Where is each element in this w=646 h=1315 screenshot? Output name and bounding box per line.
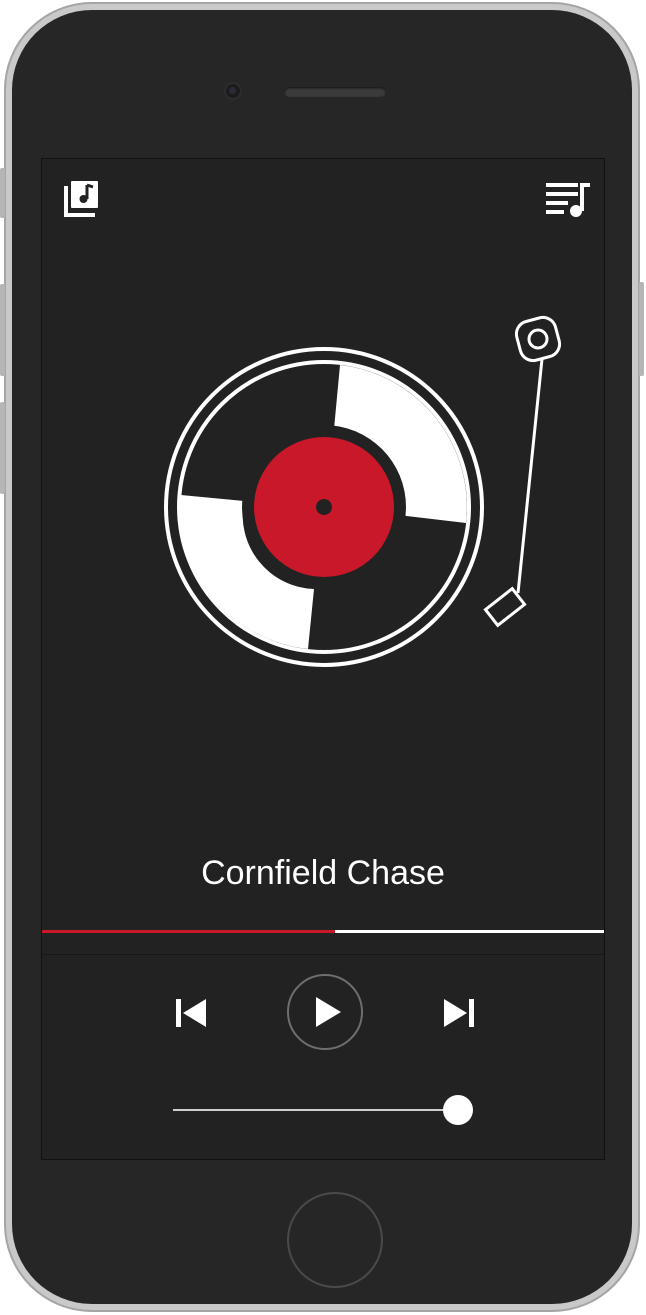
volume-down-button: [0, 402, 5, 494]
volume-up-button: [0, 284, 5, 376]
progress-bar-fill: [42, 930, 336, 933]
power-button: [639, 282, 644, 376]
next-track-button[interactable]: [438, 993, 478, 1033]
front-camera: [224, 82, 242, 100]
progress-bar[interactable]: [42, 930, 604, 933]
turntable-illustration: [164, 315, 562, 667]
previous-track-button[interactable]: [172, 993, 212, 1033]
record-spindle: [316, 499, 332, 515]
play-icon: [316, 997, 341, 1027]
vinyl-record: [164, 347, 484, 667]
controls-divider: [42, 954, 604, 955]
earpiece-speaker: [284, 87, 386, 97]
play-button[interactable]: [287, 974, 363, 1050]
volume-slider-track[interactable]: [173, 1109, 458, 1111]
volume-slider-fill: [173, 1109, 458, 1111]
app-screen: Cornfield Chase: [41, 158, 605, 1160]
music-library-button[interactable]: [60, 177, 104, 221]
playlist-icon: [546, 183, 590, 217]
skip-next-icon: [444, 999, 474, 1027]
music-library-icon: [64, 181, 98, 217]
volume-slider-thumb[interactable]: [443, 1095, 473, 1125]
mute-switch: [0, 168, 5, 218]
playlist-button[interactable]: [542, 177, 594, 221]
song-title: Cornfield Chase: [201, 854, 445, 892]
home-button[interactable]: [287, 1192, 383, 1288]
skip-previous-icon: [176, 999, 206, 1027]
tonearm: [483, 315, 562, 628]
